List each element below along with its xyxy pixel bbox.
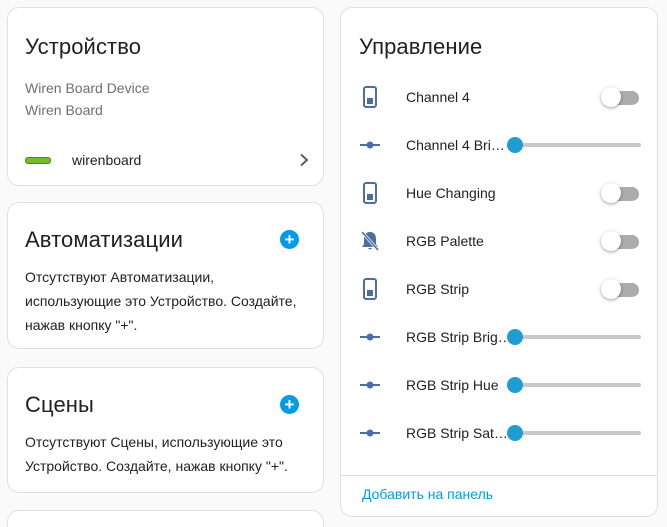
plus-icon: + xyxy=(284,395,295,414)
entity-label: RGB Strip Sat… xyxy=(406,425,506,441)
control-card: Управление Channel 4 Channel 4 Bri… Hue … xyxy=(340,7,658,517)
card-divider xyxy=(341,475,657,476)
entity-toggle[interactable] xyxy=(601,183,641,203)
slider-icon xyxy=(359,325,381,349)
slider-thumb[interactable] xyxy=(507,377,523,393)
automations-empty-text: Отсутствуют Автоматизации, использующие … xyxy=(25,269,297,333)
entity-row[interactable]: RGB Strip Brig… xyxy=(359,317,641,357)
entity-row[interactable]: RGB Strip Hue xyxy=(359,365,641,405)
scripts-card xyxy=(7,510,324,527)
entity-toggle[interactable] xyxy=(601,231,641,251)
automations-card: Автоматизации + Отсутствуют Автоматизаци… xyxy=(7,202,324,349)
entity-row[interactable]: RGB Palette xyxy=(359,221,641,261)
scenes-card: Сцены + Отсутствуют Сцены, использующие … xyxy=(7,367,324,493)
device-card-title: Устройство xyxy=(25,34,142,59)
device-model: Wiren Board Device xyxy=(25,80,150,96)
slider-icon xyxy=(359,373,381,397)
entity-slider[interactable] xyxy=(507,137,641,153)
slider-thumb[interactable] xyxy=(507,137,523,153)
switch-icon xyxy=(359,277,381,301)
add-automation-button[interactable]: + xyxy=(280,230,299,249)
device-manufacturer: Wiren Board xyxy=(25,102,103,118)
integration-label: wirenboard xyxy=(72,152,142,168)
slider-icon xyxy=(359,421,381,445)
entity-label: Channel 4 Bri… xyxy=(406,137,505,153)
integration-link[interactable]: wirenboard xyxy=(25,148,310,172)
slider-icon xyxy=(359,133,381,157)
add-to-panel-button[interactable]: Добавить на панель xyxy=(362,486,493,502)
wirenboard-logo-icon xyxy=(25,156,51,164)
bell-off-icon xyxy=(359,229,381,253)
slider-thumb[interactable] xyxy=(507,425,523,441)
scenes-empty-text: Отсутствуют Сцены, использующие это Устр… xyxy=(25,434,288,474)
entity-toggle[interactable] xyxy=(601,279,641,299)
entity-row[interactable]: Channel 4 Bri… xyxy=(359,125,641,165)
entity-slider[interactable] xyxy=(507,329,641,345)
entity-slider[interactable] xyxy=(507,425,641,441)
entity-row[interactable]: RGB Strip xyxy=(359,269,641,309)
chevron-right-icon xyxy=(300,153,309,167)
add-scene-button[interactable]: + xyxy=(280,395,299,414)
control-card-title: Управление xyxy=(359,34,483,59)
slider-thumb[interactable] xyxy=(507,329,523,345)
switch-icon xyxy=(359,85,381,109)
automations-title: Автоматизации xyxy=(25,227,183,252)
entity-slider[interactable] xyxy=(507,377,641,393)
entity-row[interactable]: Channel 4 xyxy=(359,77,641,117)
entity-toggle[interactable] xyxy=(601,87,641,107)
entity-row[interactable]: Hue Changing xyxy=(359,173,641,213)
plus-icon: + xyxy=(284,230,295,249)
entity-label: RGB Strip Hue xyxy=(406,377,499,393)
scenes-title: Сцены xyxy=(25,392,94,417)
device-card: Устройство Wiren Board Device Wiren Boar… xyxy=(7,7,324,186)
entity-row[interactable]: RGB Strip Sat… xyxy=(359,413,641,453)
switch-icon xyxy=(359,181,381,205)
entity-label: RGB Strip Brig… xyxy=(406,329,506,345)
